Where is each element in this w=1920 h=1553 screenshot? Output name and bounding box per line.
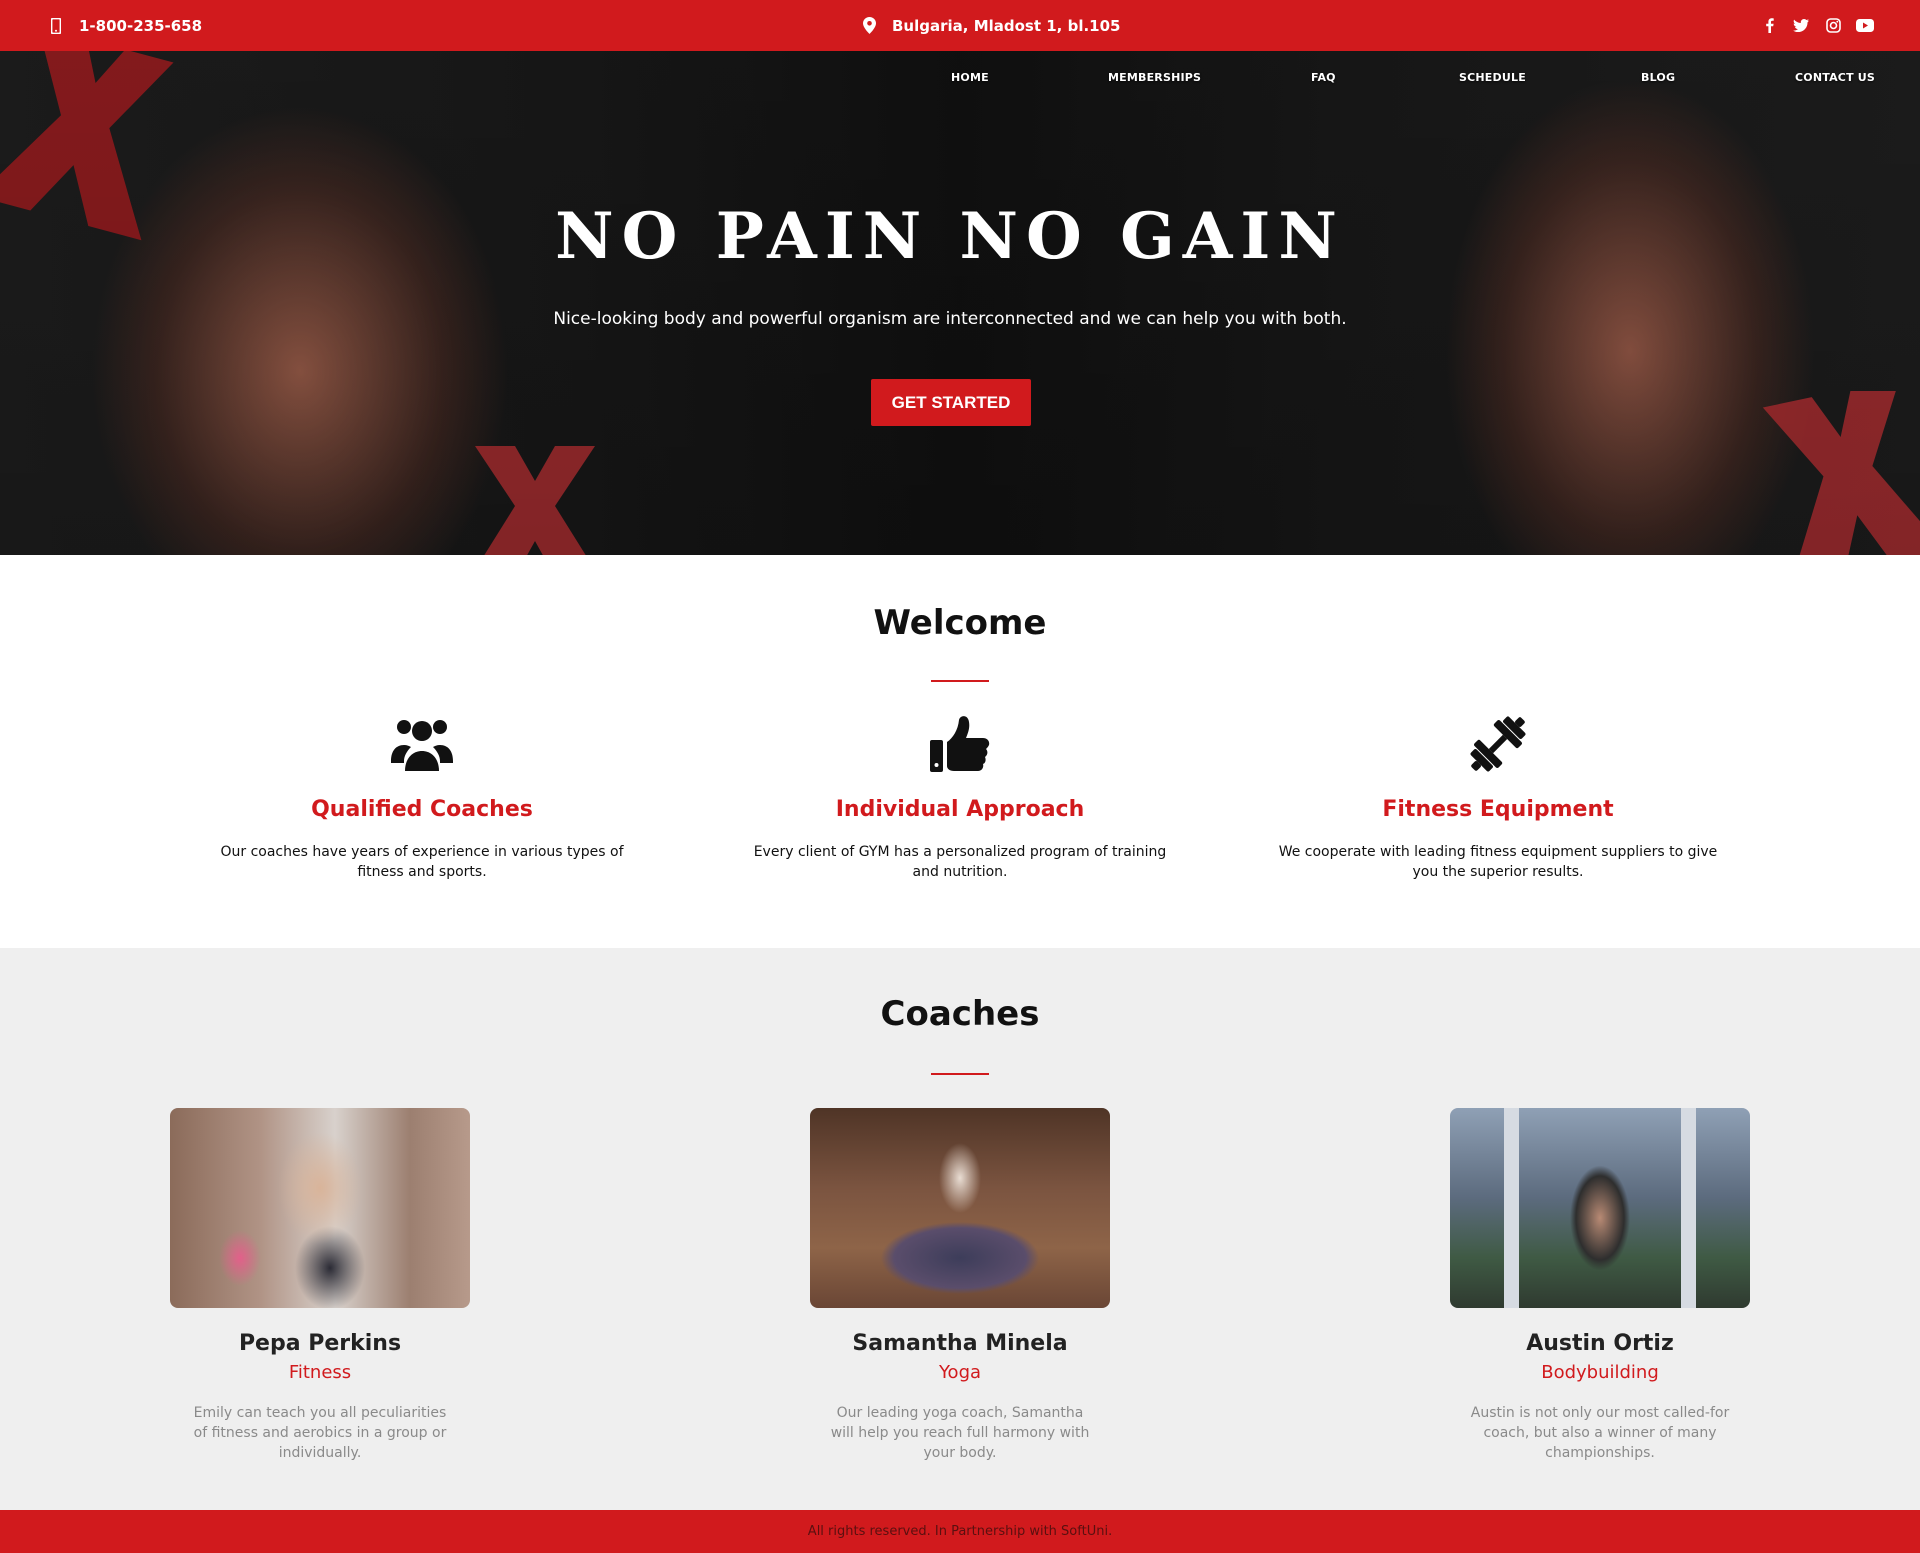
- address-text: Bulgaria, Mladost 1, bl.105: [892, 16, 1121, 35]
- nav-schedule[interactable]: SCHEDULE: [1459, 71, 1526, 84]
- map-pin-icon: [860, 17, 878, 35]
- coach-card: Pepa Perkins Fitness Emily can teach you…: [170, 1108, 470, 1463]
- phone-contact[interactable]: 1-800-235-658: [47, 0, 202, 51]
- nav-home[interactable]: HOME: [951, 71, 989, 84]
- address-contact: Bulgaria, Mladost 1, bl.105: [860, 0, 1121, 51]
- coaches-section: Coaches Pepa Perkins Fitness Emily can t…: [0, 948, 1920, 1510]
- coach-discipline: Yoga: [938, 1362, 982, 1383]
- feature-text: Our coaches have years of experience in …: [220, 844, 624, 880]
- get-started-button[interactable]: GET STARTED: [871, 379, 1031, 426]
- coach-description: Our leading yoga coach, Samantha will he…: [830, 1405, 1090, 1461]
- thumbs-up-icon: [740, 713, 1180, 775]
- coaches-divider: [931, 1073, 989, 1075]
- hero-title: NO PAIN NO GAIN: [555, 199, 1345, 274]
- coach-photo: [170, 1108, 470, 1308]
- feature-individual-approach: Individual Approach Every client of GYM …: [740, 713, 1180, 882]
- feature-title: Fitness Equipment: [1382, 797, 1614, 822]
- hero-banner: HOME MEMBERSHIPS FAQ SCHEDULE BLOG CONTA…: [0, 51, 1920, 555]
- phone-number: 1-800-235-658: [79, 16, 203, 35]
- dumbbell-icon: [1278, 713, 1718, 775]
- instagram-icon[interactable]: [1824, 17, 1842, 35]
- feature-title: Qualified Coaches: [311, 797, 533, 822]
- nav-contact-us[interactable]: CONTACT US: [1795, 71, 1875, 84]
- coach-description: Austin is not only our most called-for c…: [1470, 1405, 1730, 1461]
- hero-overlay: [0, 51, 1920, 555]
- users-icon: [202, 713, 642, 775]
- mobile-phone-icon: [47, 17, 65, 35]
- coach-card: Samantha Minela Yoga Our leading yoga co…: [810, 1108, 1110, 1463]
- feature-text: We cooperate with leading fitness equipm…: [1278, 844, 1718, 880]
- feature-title: Individual Approach: [835, 797, 1085, 822]
- coach-discipline: Bodybuilding: [1541, 1362, 1659, 1383]
- nav-memberships[interactable]: MEMBERSHIPS: [1108, 71, 1201, 84]
- twitter-icon[interactable]: [1792, 17, 1810, 35]
- features-row: Qualified Coaches Our coaches have years…: [0, 713, 1920, 893]
- footer: All rights reserved. In Partnership with…: [0, 1510, 1920, 1553]
- footer-text: All rights reserved. In Partnership with…: [807, 1524, 1113, 1539]
- coach-photo: [810, 1108, 1110, 1308]
- top-bar: 1-800-235-658 Bulgaria, Mladost 1, bl.10…: [0, 0, 1920, 51]
- nav-blog[interactable]: BLOG: [1641, 71, 1675, 84]
- facebook-icon[interactable]: [1760, 17, 1778, 35]
- coach-discipline: Fitness: [288, 1362, 352, 1383]
- social-links: [1760, 0, 1874, 51]
- coach-name: Samantha Minela: [852, 1331, 1068, 1356]
- coaches-title: Coaches: [880, 994, 1040, 1034]
- coach-card: Austin Ortiz Bodybuilding Austin is not …: [1450, 1108, 1750, 1463]
- coach-name: Austin Ortiz: [1526, 1331, 1674, 1356]
- feature-qualified-coaches: Qualified Coaches Our coaches have years…: [202, 713, 642, 882]
- coach-name: Pepa Perkins: [238, 1331, 402, 1356]
- youtube-icon[interactable]: [1856, 17, 1874, 35]
- nav-faq[interactable]: FAQ: [1311, 71, 1336, 84]
- feature-text: Every client of GYM has a personalized p…: [753, 844, 1167, 880]
- coach-description: Emily can teach you all peculiarities of…: [193, 1405, 447, 1461]
- coach-photo: [1450, 1108, 1750, 1308]
- main-nav: HOME MEMBERSHIPS FAQ SCHEDULE BLOG CONTA…: [0, 71, 1920, 91]
- feature-fitness-equipment: Fitness Equipment We cooperate with lead…: [1278, 713, 1718, 882]
- welcome-title: Welcome: [873, 603, 1047, 643]
- welcome-divider: [931, 680, 989, 682]
- hero-subtitle: Nice-looking body and powerful organism …: [553, 309, 1347, 329]
